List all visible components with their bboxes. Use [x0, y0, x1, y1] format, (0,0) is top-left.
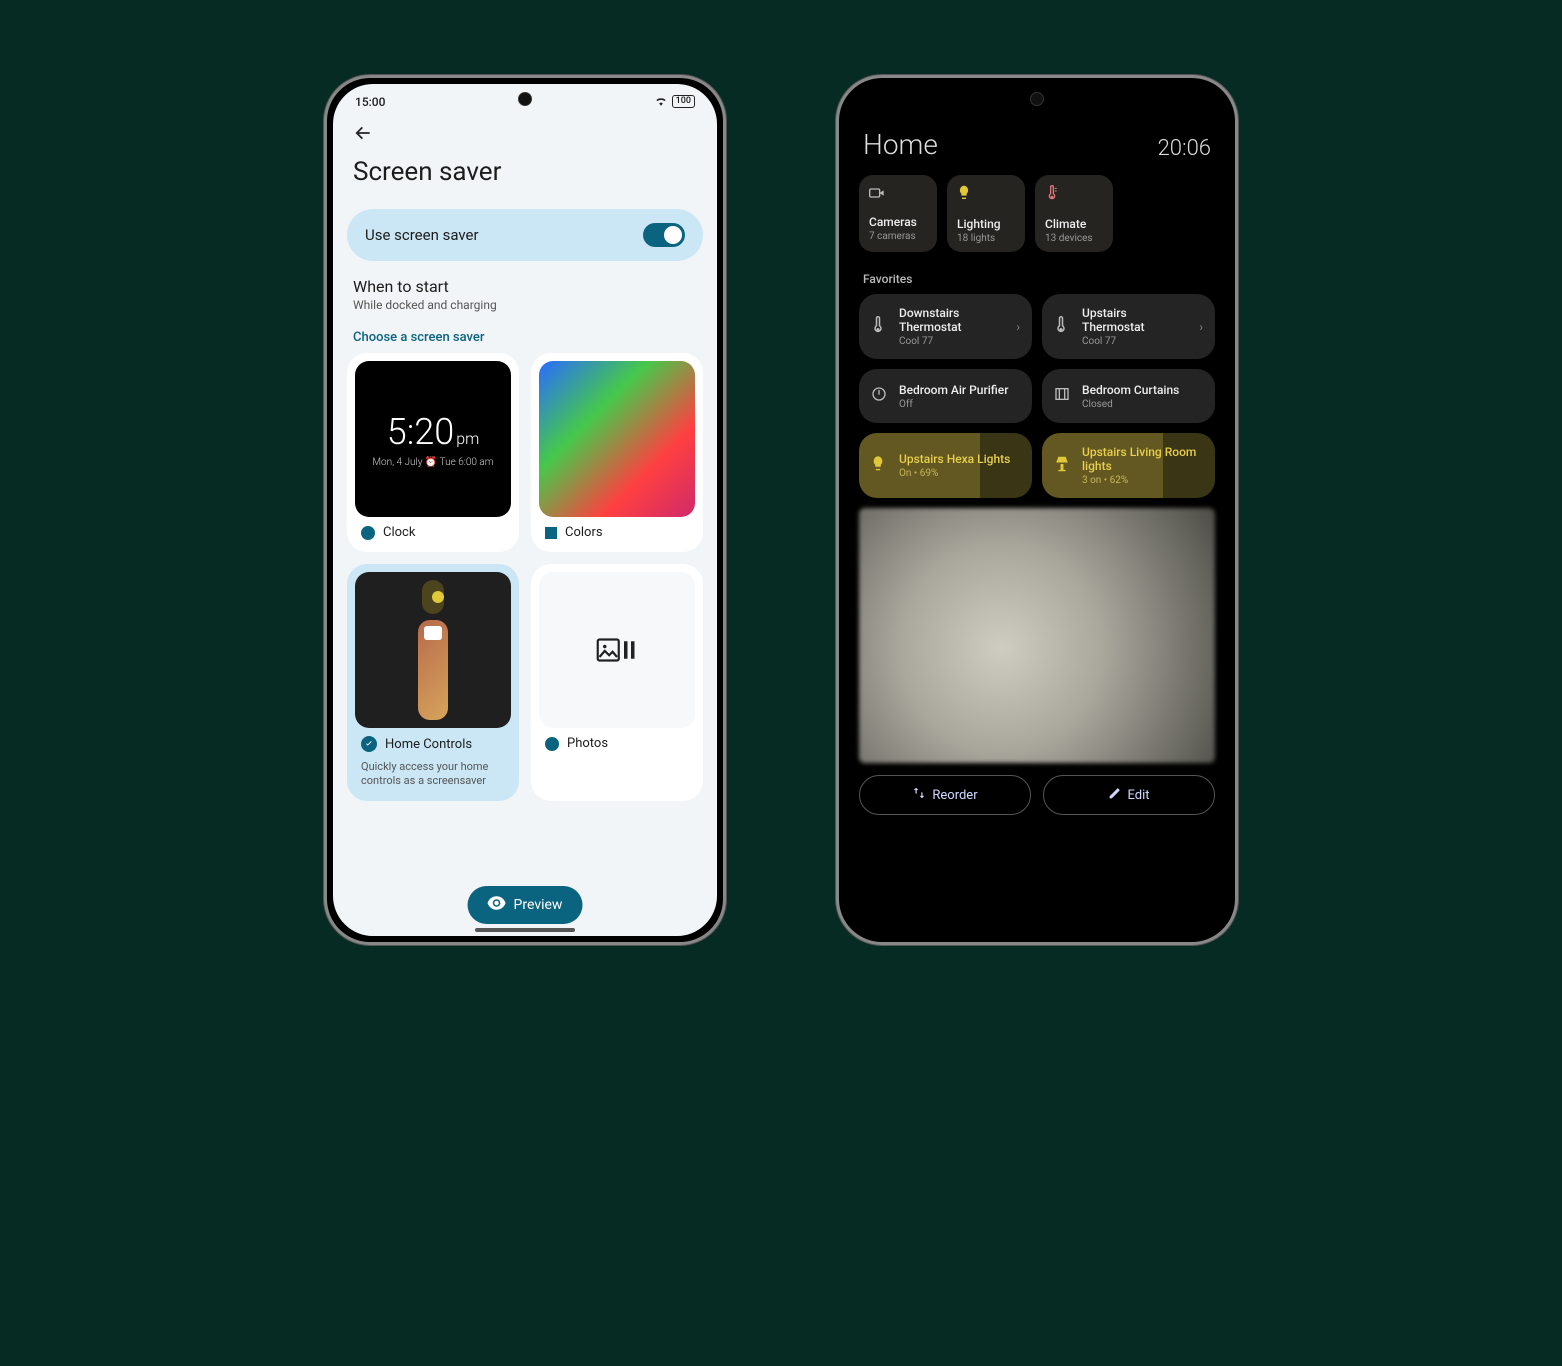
reorder-icon: [912, 786, 926, 804]
preview-label: Preview: [514, 897, 563, 913]
back-row: [333, 109, 717, 151]
radio-icon: [545, 737, 559, 751]
status-icons: 100: [654, 94, 695, 109]
category-count: 13 devices: [1045, 233, 1105, 244]
front-camera: [518, 92, 532, 106]
back-icon[interactable]: [353, 128, 373, 147]
device-grid: Downstairs Thermostat Cool 77 › Upstairs …: [845, 294, 1229, 498]
home-indicator[interactable]: [475, 928, 575, 932]
category-name: Climate: [1045, 217, 1105, 231]
device-status: Cool 77: [899, 336, 1006, 347]
option-label: Home Controls: [385, 737, 472, 752]
device-bedroom-curtains[interactable]: Bedroom Curtains Closed: [1042, 369, 1215, 423]
reorder-label: Reorder: [932, 788, 977, 803]
device-name: Bedroom Air Purifier: [899, 383, 1020, 397]
bulb-icon: [957, 185, 1017, 205]
screen-saver-settings: 15:00 100 Screen saver Use screen saver …: [333, 84, 717, 936]
category-name: Lighting: [957, 217, 1017, 231]
thermometer-icon: [871, 316, 889, 338]
option-label: Clock: [383, 525, 415, 540]
option-desc: Quickly access your home controls as a s…: [355, 760, 511, 789]
clock: 20:06: [1158, 136, 1211, 161]
phone-left: 15:00 100 Screen saver Use screen saver …: [324, 75, 726, 945]
option-label: Colors: [565, 525, 603, 540]
photos-thumb: [539, 572, 695, 728]
radio-icon: [361, 526, 375, 540]
page-title: Screen saver: [333, 151, 717, 201]
device-status: Closed: [1082, 399, 1203, 410]
option-home-controls[interactable]: Home Controls Quickly access your home c…: [347, 564, 519, 801]
preview-button[interactable]: Preview: [468, 886, 583, 924]
lamp-icon: [1054, 455, 1072, 477]
device-name: Upstairs Thermostat: [1082, 306, 1189, 334]
chevron-right-icon: ›: [1016, 320, 1020, 334]
bulb-icon: [432, 591, 444, 603]
camera-icon: [424, 626, 442, 640]
clock-ampm: pm: [456, 429, 479, 448]
bulb-icon: [871, 455, 889, 477]
option-clock[interactable]: 5:20pm Mon, 4 July ⏰ Tue 6:00 am Clock: [347, 353, 519, 552]
device-status: Cool 77: [1082, 336, 1189, 347]
home-controls-thumb: [355, 572, 511, 728]
category-count: 18 lights: [957, 233, 1017, 244]
screensaver-options-grid: 5:20pm Mon, 4 July ⏰ Tue 6:00 am Clock C…: [333, 353, 717, 801]
status-time: 15:00: [355, 95, 385, 109]
home-title: Home: [863, 128, 938, 161]
option-photos[interactable]: Photos: [531, 564, 703, 801]
category-cameras[interactable]: Cameras 7 cameras: [859, 175, 937, 252]
device-status: 3 on • 62%: [1082, 475, 1203, 486]
check-icon: [361, 736, 377, 752]
when-to-start-title[interactable]: When to start: [333, 261, 717, 298]
toggle-label: Use screen saver: [365, 226, 479, 244]
device-bedroom-air-purifier[interactable]: Bedroom Air Purifier Off: [859, 369, 1032, 423]
pencil-icon: [1108, 787, 1121, 804]
device-upstairs-thermostat[interactable]: Upstairs Thermostat Cool 77 ›: [1042, 294, 1215, 359]
wifi-icon: [654, 94, 668, 109]
camera-icon: [869, 185, 929, 203]
eye-icon: [488, 896, 506, 914]
chevron-right-icon: ›: [1199, 320, 1203, 334]
device-downstairs-thermostat[interactable]: Downstairs Thermostat Cool 77 ›: [859, 294, 1032, 359]
clock-thumb: 5:20pm Mon, 4 July ⏰ Tue 6:00 am: [355, 361, 511, 517]
option-label: Photos: [567, 736, 608, 751]
reorder-button[interactable]: Reorder: [859, 775, 1031, 815]
thumb-light-row: [422, 580, 444, 614]
category-lighting[interactable]: Lighting 18 lights: [947, 175, 1025, 252]
category-climate[interactable]: Climate 13 devices: [1035, 175, 1113, 252]
radio-icon: [545, 527, 557, 539]
when-to-start-subtitle: While docked and charging: [333, 298, 717, 312]
device-name: Bedroom Curtains: [1082, 383, 1203, 397]
curtain-icon: [1054, 386, 1072, 406]
device-upstairs-living-room-lights[interactable]: Upstairs Living Room lights 3 on • 62%: [1042, 433, 1215, 498]
camera-feed[interactable]: [859, 508, 1215, 763]
bottom-actions: Reorder Edit: [845, 763, 1229, 815]
use-screensaver-toggle-row[interactable]: Use screen saver: [347, 209, 703, 261]
front-camera: [1030, 92, 1044, 106]
category-name: Cameras: [869, 215, 929, 229]
clock-time: 5:20: [387, 411, 454, 453]
toggle-switch-icon[interactable]: [643, 223, 685, 247]
device-name: Upstairs Hexa Lights: [899, 452, 1020, 466]
favorites-label: Favorites: [845, 258, 1229, 294]
device-name: Upstairs Living Room lights: [1082, 445, 1203, 473]
thermometer-icon: [1045, 185, 1105, 205]
thermometer-icon: [1054, 316, 1072, 338]
category-count: 7 cameras: [869, 231, 929, 242]
device-upstairs-hexa-lights[interactable]: Upstairs Hexa Lights On • 69%: [859, 433, 1032, 498]
category-row: Cameras 7 cameras Lighting 18 lights Cli…: [845, 175, 1229, 258]
option-colors[interactable]: Colors: [531, 353, 703, 552]
thumb-camera-row: [418, 620, 448, 720]
power-icon: [871, 386, 889, 406]
device-status: Off: [899, 399, 1020, 410]
edit-label: Edit: [1127, 788, 1149, 803]
home-controls-screensaver: Home 20:06 Cameras 7 cameras Lighting 18…: [845, 84, 1229, 936]
device-name: Downstairs Thermostat: [899, 306, 1006, 334]
battery-icon: 100: [672, 95, 695, 108]
choose-screensaver-label: Choose a screen saver: [333, 312, 717, 353]
phone-right: Home 20:06 Cameras 7 cameras Lighting 18…: [836, 75, 1238, 945]
colors-thumb: [539, 361, 695, 517]
edit-button[interactable]: Edit: [1043, 775, 1215, 815]
clock-subline: Mon, 4 July ⏰ Tue 6:00 am: [372, 457, 493, 468]
device-status: On • 69%: [899, 468, 1020, 479]
